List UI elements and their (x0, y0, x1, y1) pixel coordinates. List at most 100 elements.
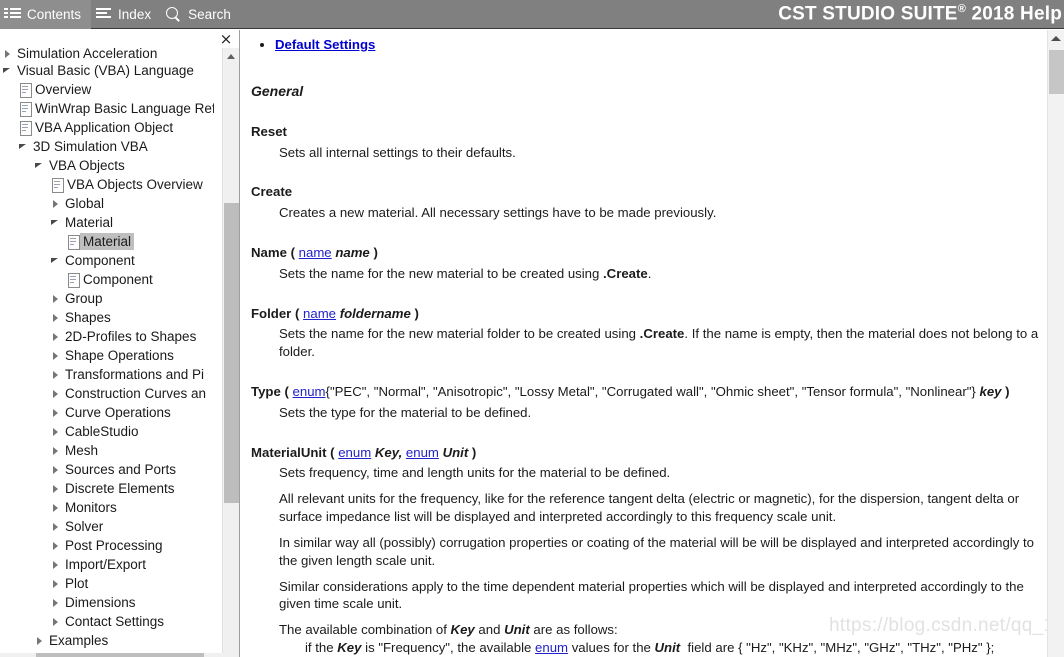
paren-open: ( (291, 305, 304, 321)
triangle-down-icon[interactable] (50, 251, 63, 270)
tree-item-monitors[interactable]: Monitors (0, 498, 214, 517)
tree-item-sources-and-ports[interactable]: Sources and Ports (0, 460, 214, 479)
toolbar-button-contents[interactable]: Contents (0, 0, 92, 29)
triangle-right-icon[interactable] (50, 289, 63, 308)
tree-item-transformations-and-pi[interactable]: Transformations and Pi (0, 365, 214, 384)
tree-item-label: WinWrap Basic Language Refe (35, 101, 214, 116)
tree-item-global[interactable]: Global (0, 194, 214, 213)
tree-item-material[interactable]: Material (0, 213, 214, 232)
tree-item-solver[interactable]: Solver (0, 517, 214, 536)
triangle-right-icon[interactable] (50, 403, 63, 422)
description-line: Sets all internal settings to their defa… (279, 144, 516, 160)
description-line: Creates a new material. All necessary se… (279, 205, 717, 221)
tree-item-group[interactable]: Group (0, 289, 214, 308)
triangle-right-icon[interactable] (50, 422, 63, 441)
search-icon (165, 7, 183, 21)
param-name-2: Unit (438, 444, 469, 460)
triangle-down-icon[interactable] (50, 213, 63, 232)
tree-item-label: Material (65, 215, 114, 230)
tree-item-shapes[interactable]: Shapes (0, 308, 214, 327)
tree-item-import-export[interactable]: Import/Export (0, 555, 214, 574)
tree-item-winwrap-basic-language-refe[interactable]: WinWrap Basic Language Refe (0, 99, 214, 118)
tree-item-mesh[interactable]: Mesh (0, 441, 214, 460)
content-scroll-up-arrow-icon[interactable] (1048, 30, 1064, 47)
tree-item-component[interactable]: Component (0, 270, 214, 289)
tree-item-label: Component (83, 272, 153, 287)
tree-item-examples[interactable]: Examples (0, 631, 214, 648)
close-icon[interactable]: × (216, 30, 236, 48)
sidebar-horizontal-scrollbar[interactable] (0, 653, 239, 657)
description-subline: if the Key is "Frequency", the available… (305, 639, 995, 655)
toolbar-button-search[interactable]: Search (161, 0, 241, 29)
tree-item-label: Shape Operations (65, 348, 174, 363)
app-title-main: CST STUDIO SUITE (778, 3, 958, 25)
triangle-right-icon[interactable] (50, 308, 63, 327)
app-title-registered-mark: ® (957, 2, 966, 15)
tree-item-vba-objects[interactable]: VBA Objects (0, 156, 214, 175)
triangle-right-icon[interactable] (50, 460, 63, 479)
tree-item-vba-objects-overview[interactable]: VBA Objects Overview (0, 175, 214, 194)
toolbar-label-index: Index (118, 6, 152, 22)
triangle-right-icon[interactable] (50, 517, 63, 536)
tree-item-curve-operations[interactable]: Curve Operations (0, 403, 214, 422)
tree-item-cablestudio[interactable]: CableStudio (0, 422, 214, 441)
page-icon (66, 270, 81, 289)
tree-item-label: Examples (49, 633, 109, 648)
triangle-right-icon[interactable] (50, 574, 63, 593)
tree-item-contact-settings[interactable]: Contact Settings (0, 612, 214, 631)
triangle-down-icon[interactable] (34, 156, 47, 175)
triangle-right-icon[interactable] (50, 536, 63, 555)
tree-item-plot[interactable]: Plot (0, 574, 214, 593)
paren-close: ) (468, 444, 477, 460)
triangle-right-icon[interactable] (50, 441, 63, 460)
tree-item-discrete-elements[interactable]: Discrete Elements (0, 479, 214, 498)
triangle-right-icon[interactable] (50, 479, 63, 498)
triangle-right-icon[interactable] (50, 365, 63, 384)
paren-close: ) (410, 305, 419, 321)
triangle-down-icon[interactable] (2, 61, 15, 80)
tree-item-post-processing[interactable]: Post Processing (0, 536, 214, 555)
triangle-down-icon[interactable] (18, 137, 31, 156)
triangle-right-icon[interactable] (2, 48, 15, 61)
tree-item-vba-application-object[interactable]: VBA Application Object (0, 118, 214, 137)
tree-item-shape-operations[interactable]: Shape Operations (0, 346, 214, 365)
sidebar-hscrollbar-thumb[interactable] (36, 653, 204, 657)
api-entry-heading-folder: Folder ( name foldername ) (251, 305, 1041, 323)
tree-item-construction-curves-an[interactable]: Construction Curves an (0, 384, 214, 403)
tree-item-component[interactable]: Component (0, 251, 214, 270)
tree-item-visual-basic-vba-language[interactable]: Visual Basic (VBA) Language (0, 61, 214, 80)
tree-item-label: Global (65, 196, 105, 211)
list-item: Default Settings (275, 36, 1041, 54)
triangle-right-icon[interactable] (34, 631, 47, 648)
tree-item-material[interactable]: Material (0, 232, 214, 251)
api-entry-description-reset: Sets all internal settings to their defa… (279, 144, 1041, 162)
triangle-right-icon[interactable] (50, 498, 63, 517)
triangle-right-icon[interactable] (50, 346, 63, 365)
tree-item-dimensions[interactable]: Dimensions (0, 593, 214, 612)
param-name: foldername (336, 305, 411, 321)
triangle-right-icon[interactable] (50, 612, 63, 631)
sidebar-scrollbar-thumb[interactable] (224, 203, 239, 503)
tree-item-2d-profiles-to-shapes[interactable]: 2D-Profiles to Shapes (0, 327, 214, 346)
default-settings-link[interactable]: Default Settings (275, 37, 375, 52)
enum-type-link[interactable]: name (303, 306, 336, 321)
triangle-right-icon[interactable] (50, 194, 63, 213)
triangle-right-icon[interactable] (50, 327, 63, 346)
enum-type-link-2[interactable]: enum (406, 445, 439, 460)
description-line: Sets the type for the material to be def… (279, 404, 532, 420)
enum-type-link[interactable]: name (299, 245, 332, 260)
help-tree[interactable]: Simulation Acceleration Visual Basic (VBA… (0, 48, 214, 648)
triangle-right-icon[interactable] (50, 593, 63, 612)
enum-type-link[interactable]: enum (293, 384, 326, 399)
scroll-up-arrow-icon[interactable] (223, 48, 239, 65)
content-vertical-scrollbar[interactable] (1047, 30, 1064, 657)
toolbar-button-index[interactable]: Index (91, 0, 161, 29)
sidebar-vertical-scrollbar[interactable] (222, 48, 239, 657)
enum-type-link[interactable]: enum (338, 445, 371, 460)
content-scrollbar-thumb[interactable] (1049, 50, 1064, 94)
triangle-right-icon[interactable] (50, 555, 63, 574)
tree-item-simulation-acceleration[interactable]: Simulation Acceleration (0, 48, 214, 61)
tree-item-3d-simulation-vba[interactable]: 3D Simulation VBA (0, 137, 214, 156)
triangle-right-icon[interactable] (50, 384, 63, 403)
tree-item-overview[interactable]: Overview (0, 80, 214, 99)
